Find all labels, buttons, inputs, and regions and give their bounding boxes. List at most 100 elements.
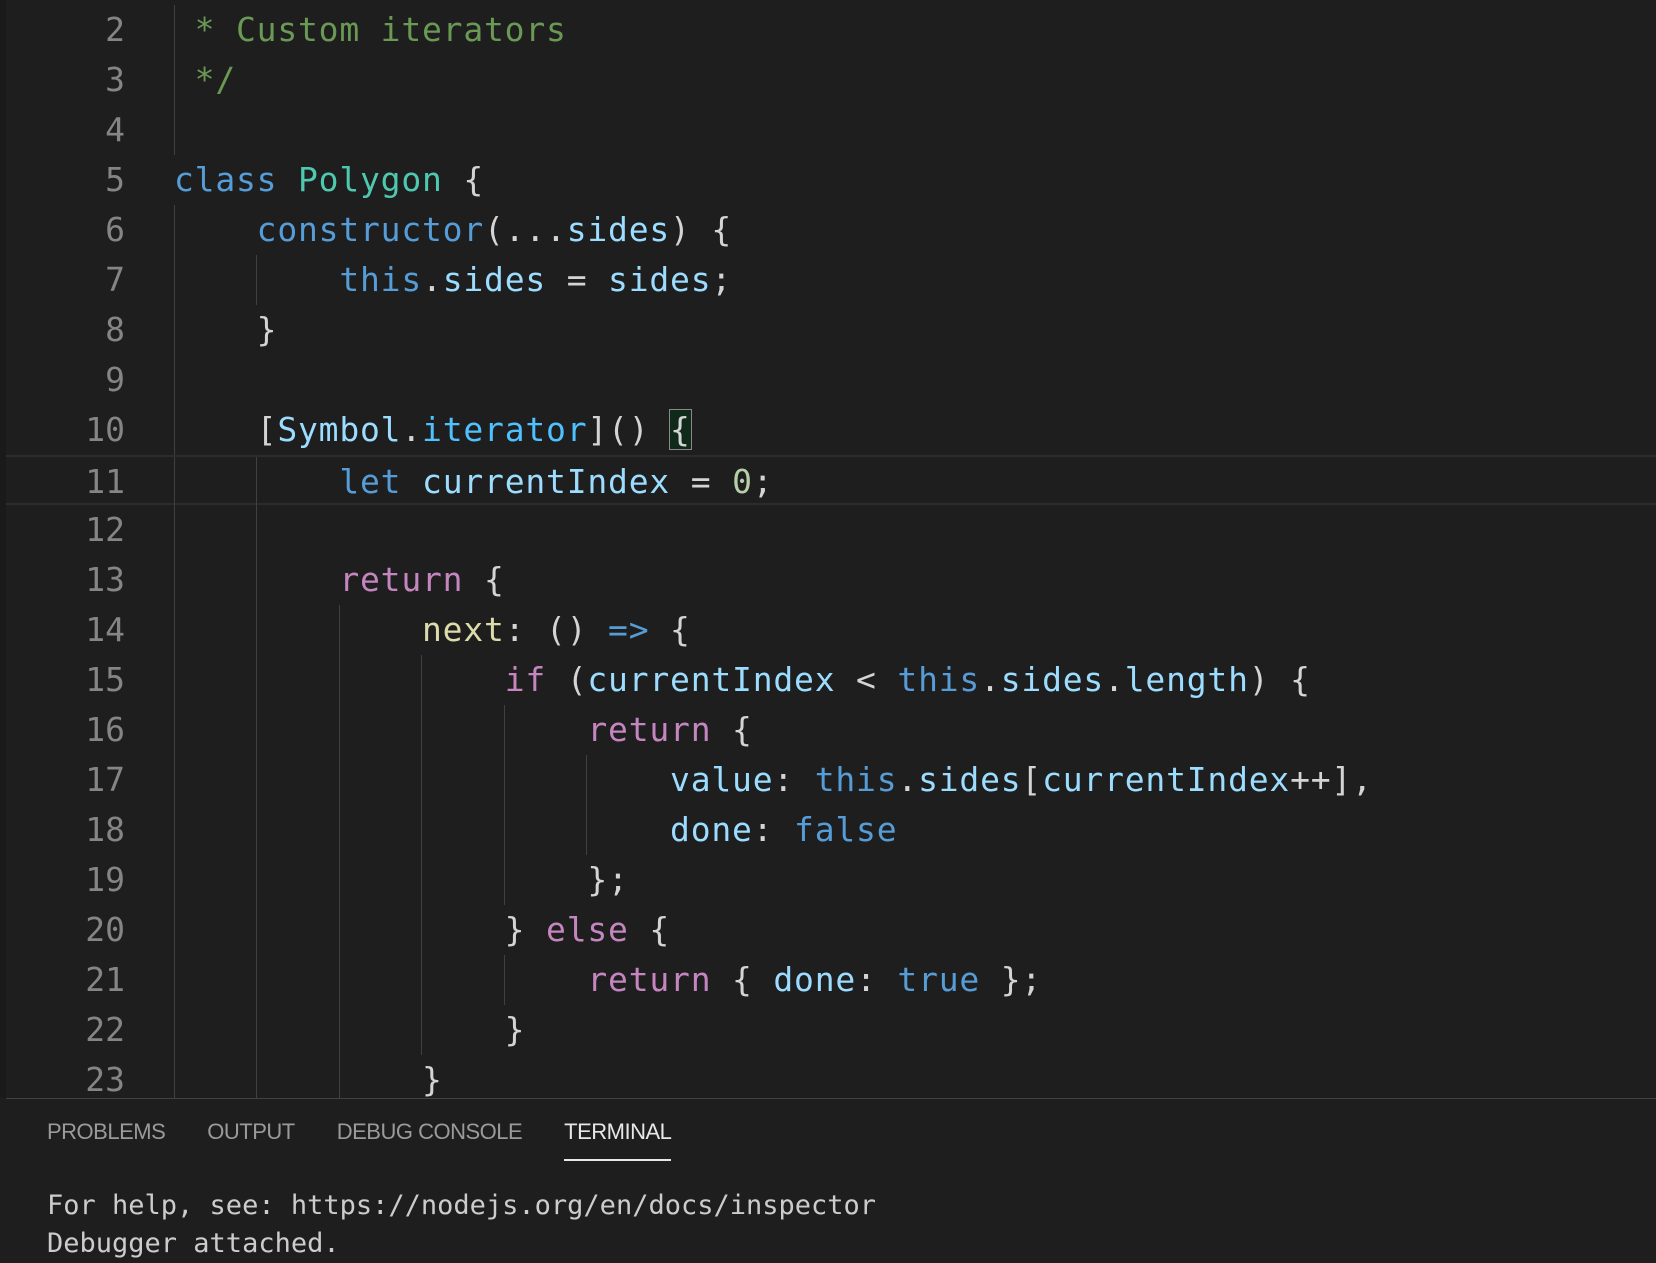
code-text: return { (174, 705, 753, 755)
code-token: = (670, 462, 733, 501)
terminal-output[interactable]: For help, see: https://nodejs.org/en/doc… (47, 1187, 876, 1263)
indent-guide (174, 105, 175, 155)
code-token: . (401, 410, 423, 449)
code-line[interactable]: 5 class Polygon { (6, 155, 1656, 205)
code-token: Symbol (277, 410, 402, 449)
code-token: if (504, 660, 547, 699)
code-line[interactable]: 17 value: this.sides[currentIndex++], (6, 755, 1656, 805)
code-token: ; (711, 260, 733, 299)
code-line[interactable]: 12 (6, 505, 1656, 555)
code-token: { (649, 610, 691, 649)
code-text: */ (174, 55, 236, 105)
code-text: }; (174, 855, 629, 905)
code-token: this (814, 760, 898, 799)
line-number: 17 (85, 760, 125, 799)
code-token: sides (918, 760, 1022, 799)
code-line[interactable]: 6 constructor(...sides) { (6, 205, 1656, 255)
code-token: { (711, 960, 774, 999)
code-token: . (897, 760, 919, 799)
code-line[interactable]: 3 */ (6, 55, 1656, 105)
code-token: return (587, 960, 712, 999)
code-token: } (174, 1010, 526, 1049)
line-number: 22 (85, 1010, 125, 1049)
code-token: }; (980, 960, 1043, 999)
code-line[interactable]: 11 let currentIndex = 0; (6, 455, 1656, 507)
code-token: class (174, 160, 278, 199)
code-token: : (752, 810, 795, 849)
indent-guide (174, 355, 175, 405)
tab-debug-console[interactable]: DEBUG CONSOLE (337, 1119, 523, 1161)
line-number: 3 (105, 60, 125, 99)
code-token: (... (484, 210, 567, 249)
line-number: 12 (85, 510, 125, 549)
code-token: currentIndex (422, 462, 671, 501)
code-line[interactable]: 9 (6, 355, 1656, 405)
code-token: : (773, 760, 815, 799)
code-token: ; (752, 462, 774, 501)
code-line[interactable]: 20 } else { (6, 905, 1656, 955)
bottom-panel: PROBLEMS OUTPUT DEBUG CONSOLE TERMINAL F… (6, 1098, 1656, 1259)
code-editor[interactable]: 2 * Custom iterators 3 */4 5 class Polygon … (6, 0, 1656, 1098)
code-token: return (587, 710, 712, 749)
line-number: 2 (105, 10, 125, 49)
line-number: 19 (85, 860, 125, 899)
code-token: this (897, 660, 981, 699)
line-number: 15 (85, 660, 125, 699)
code-line[interactable]: 10 [Symbol.iterator]() { (6, 405, 1656, 455)
code-token: ]() (587, 410, 671, 449)
line-number: 18 (85, 810, 125, 849)
tab-output[interactable]: OUTPUT (207, 1119, 295, 1161)
code-text: let currentIndex = 0; (174, 457, 773, 507)
tab-terminal[interactable]: TERMINAL (564, 1119, 672, 1161)
line-number: 10 (85, 410, 125, 449)
code-line[interactable]: 22 } (6, 1005, 1656, 1055)
line-number: 6 (105, 210, 125, 249)
line-number: 8 (105, 310, 125, 349)
code-line[interactable]: 4 (6, 105, 1656, 155)
line-number: 13 (85, 560, 125, 599)
code-token: return (339, 560, 464, 599)
code-token: }; (174, 860, 629, 899)
code-token: [ (1021, 760, 1043, 799)
code-line[interactable]: 16 return { (6, 705, 1656, 755)
indent-guide (256, 505, 258, 555)
code-line[interactable]: 15 if (currentIndex < this.sides.length)… (6, 655, 1656, 705)
code-token: { (628, 910, 671, 949)
code-line[interactable]: 13 return { (6, 555, 1656, 605)
code-line[interactable]: 19 }; (6, 855, 1656, 905)
line-number: 4 (105, 110, 125, 149)
code-line[interactable]: 7 this.sides = sides; (6, 255, 1656, 305)
line-number: 7 (105, 260, 125, 299)
code-line[interactable]: 18 done: false (6, 805, 1656, 855)
line-number: 5 (105, 160, 125, 199)
code-token: next (422, 610, 505, 649)
code-token: sides (566, 210, 671, 249)
code-line[interactable]: 2 * Custom iterators (6, 5, 1656, 55)
code-token: iterator (422, 410, 588, 449)
code-line[interactable]: 8 } (6, 305, 1656, 355)
line-number: 11 (85, 462, 125, 501)
code-token: { (463, 560, 505, 599)
code-token: sides (608, 260, 712, 299)
code-line[interactable]: 21 return { done: true }; (6, 955, 1656, 1005)
code-text: constructor(...sides) { (174, 205, 732, 255)
tab-problems[interactable]: PROBLEMS (47, 1119, 166, 1161)
code-line[interactable]: 23 } (6, 1055, 1656, 1098)
code-token: */ (174, 60, 237, 99)
code-token: * Custom iterators (174, 10, 567, 49)
code-token: done (773, 960, 857, 999)
code-text: return { (174, 555, 505, 605)
code-token: . (422, 260, 443, 299)
code-text: value: this.sides[currentIndex++], (174, 755, 1373, 805)
code-text: * Custom iterators (174, 5, 567, 55)
code-token: Polygon (298, 160, 443, 199)
code-text: return { done: true }; (174, 955, 1042, 1005)
code-line[interactable]: 14 next: () => { (6, 605, 1656, 655)
